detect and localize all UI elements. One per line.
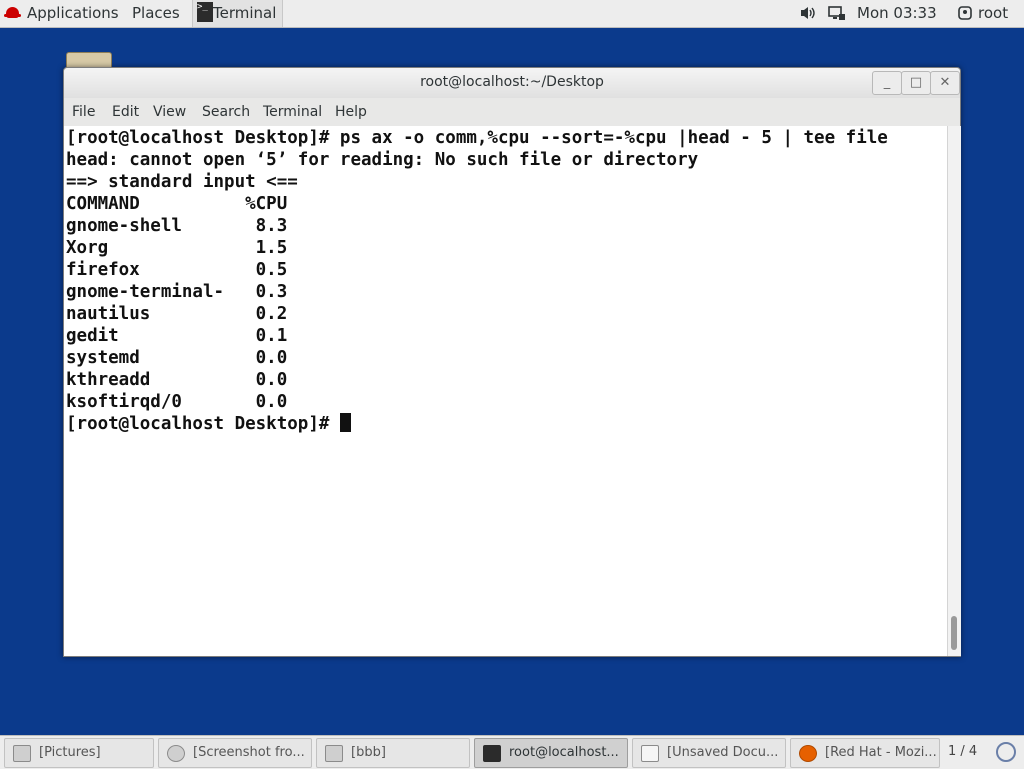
terminal-output[interactable]: [root@localhost Desktop]# ps ax -o comm,…: [64, 126, 947, 656]
task-label: root@localhost...: [509, 745, 619, 760]
task-bbb[interactable]: [bbb]: [316, 738, 470, 768]
terminal-line: head: cannot open ‘5’ for reading: No su…: [66, 150, 699, 170]
notification-icon[interactable]: [996, 742, 1016, 762]
task-label: [Red Hat - Mozi...: [825, 745, 937, 760]
window-title: root@localhost:~/Desktop: [420, 74, 604, 90]
user-menu[interactable]: root: [978, 0, 1008, 27]
terminal-scrollbar[interactable]: [947, 126, 961, 656]
task-text-editor[interactable]: [Unsaved Docu...: [632, 738, 786, 768]
menu-terminal[interactable]: Terminal: [263, 104, 322, 120]
task-terminal[interactable]: root@localhost...: [474, 738, 628, 768]
task-label: [Pictures]: [39, 745, 101, 760]
folder-icon: [325, 745, 343, 762]
menu-help[interactable]: Help: [335, 104, 367, 120]
user-icon: [958, 6, 972, 20]
active-app-menu[interactable]: >_ Terminal: [192, 0, 283, 27]
window-titlebar[interactable]: root@localhost:~/Desktop _ □ ✕: [64, 68, 960, 98]
close-button[interactable]: ✕: [930, 71, 960, 95]
workspace-pager[interactable]: 1 / 4: [948, 744, 977, 759]
maximize-button[interactable]: □: [901, 71, 931, 95]
task-pictures[interactable]: [Pictures]: [4, 738, 154, 768]
menu-search[interactable]: Search: [202, 104, 250, 120]
menu-file[interactable]: File: [72, 104, 95, 120]
bottom-taskbar: [Pictures] [Screenshot fro... [bbb] root…: [0, 735, 1024, 769]
top-panel: Applications Places >_ Terminal Mon 03:3…: [0, 0, 1024, 28]
terminal-line: nautilus 0.2: [66, 304, 288, 324]
screenshot-icon: [167, 745, 185, 762]
menu-bar: File Edit View Search Terminal Help: [64, 98, 960, 126]
task-screenshot[interactable]: [Screenshot fro...: [158, 738, 312, 768]
terminal-icon: [483, 745, 501, 762]
volume-icon[interactable]: [800, 5, 816, 21]
terminal-line: ksoftirqd/0 0.0: [66, 392, 288, 412]
terminal-icon: >_: [197, 2, 213, 22]
terminal-line: ==> standard input <==: [66, 172, 298, 192]
terminal-line: kthreadd 0.0: [66, 370, 288, 390]
network-icon[interactable]: [828, 5, 846, 21]
terminal-line: gedit 0.1: [66, 326, 288, 346]
task-label: [Unsaved Docu...: [667, 745, 779, 760]
terminal-cursor: [339, 413, 351, 432]
terminal-line: COMMAND %CPU: [66, 194, 288, 214]
terminal-line: firefox 0.5: [66, 260, 288, 280]
scrollbar-thumb[interactable]: [951, 616, 957, 650]
clock[interactable]: Mon 03:33: [857, 0, 937, 27]
terminal-prompt-line: [root@localhost Desktop]#: [66, 413, 351, 435]
task-label: [Screenshot fro...: [193, 745, 305, 760]
redhat-logo-icon: [4, 7, 21, 18]
firefox-icon: [799, 745, 817, 762]
terminal-prompt: [root@localhost Desktop]#: [66, 414, 340, 434]
task-firefox[interactable]: [Red Hat - Mozi...: [790, 738, 940, 768]
terminal-line: gnome-shell 8.3: [66, 216, 288, 236]
terminal-line: gnome-terminal- 0.3: [66, 282, 288, 302]
text-editor-icon: [641, 745, 659, 762]
minimize-button[interactable]: _: [872, 71, 902, 95]
places-menu[interactable]: Places: [132, 0, 180, 27]
folder-icon: [13, 745, 31, 762]
menu-view[interactable]: View: [153, 104, 186, 120]
active-app-label: Terminal: [213, 4, 277, 22]
terminal-line: systemd 0.0: [66, 348, 288, 368]
applications-menu[interactable]: Applications: [27, 0, 119, 27]
terminal-line: Xorg 1.5: [66, 238, 288, 258]
terminal-window: root@localhost:~/Desktop _ □ ✕ File Edit…: [63, 67, 961, 657]
task-label: [bbb]: [351, 745, 386, 760]
terminal-line: [root@localhost Desktop]# ps ax -o comm,…: [66, 128, 888, 148]
menu-edit[interactable]: Edit: [112, 104, 139, 120]
